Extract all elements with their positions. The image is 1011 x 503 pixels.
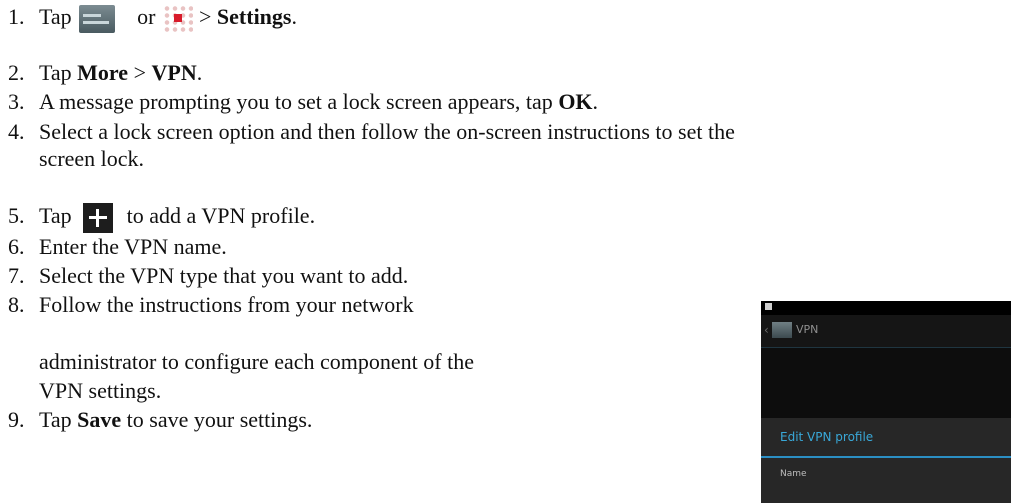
phone-screenshot: ‹ VPN Edit VPN profile Name: [761, 301, 1011, 503]
step-number: 2.: [8, 60, 25, 85]
plus-icon: [83, 203, 114, 233]
step-text: Enter the VPN name.: [39, 234, 227, 259]
vpn-label: VPN: [151, 60, 197, 85]
step-text: administrator to configure each componen…: [39, 349, 474, 374]
dialog-divider: [761, 456, 1011, 458]
screen-title: VPN: [796, 323, 819, 336]
notification-icon: [765, 303, 772, 310]
step-text: Follow the instructions from your networ…: [39, 292, 414, 317]
more-label: More: [77, 60, 129, 85]
action-bar: ‹ VPN: [761, 315, 1011, 348]
save-label: Save: [77, 407, 122, 432]
step-text: Select a lock screen option and then fol…: [39, 119, 735, 144]
step-number: 8.: [8, 292, 25, 317]
step-number: 6.: [8, 234, 25, 259]
step-text: screen lock.: [39, 146, 145, 171]
step-number: 4.: [8, 119, 25, 144]
step-number: 9.: [8, 407, 25, 432]
app-grid-icon: [163, 4, 193, 33]
ok-label: OK: [558, 89, 593, 114]
step-text: Select the VPN type that you want to add…: [39, 263, 409, 288]
step-text: Tap: [39, 4, 72, 29]
step-number: 5.: [8, 203, 25, 228]
back-chevron-icon: ‹: [764, 323, 769, 337]
step-number: 1.: [8, 4, 25, 29]
step-text: >: [199, 4, 212, 29]
dialog-title: Edit VPN profile: [780, 430, 874, 444]
edit-vpn-dialog: Edit VPN profile Name: [761, 418, 1011, 503]
step-number: 3.: [8, 89, 25, 114]
step-text: or: [137, 4, 156, 29]
settings-app-icon: [772, 322, 792, 338]
settings-app-icon: [79, 4, 116, 33]
name-field-label: Name: [780, 469, 807, 479]
step-text: VPN settings.: [39, 378, 162, 403]
step-number: 7.: [8, 263, 25, 288]
status-bar: [761, 301, 1011, 315]
settings-label: Settings: [216, 4, 292, 29]
